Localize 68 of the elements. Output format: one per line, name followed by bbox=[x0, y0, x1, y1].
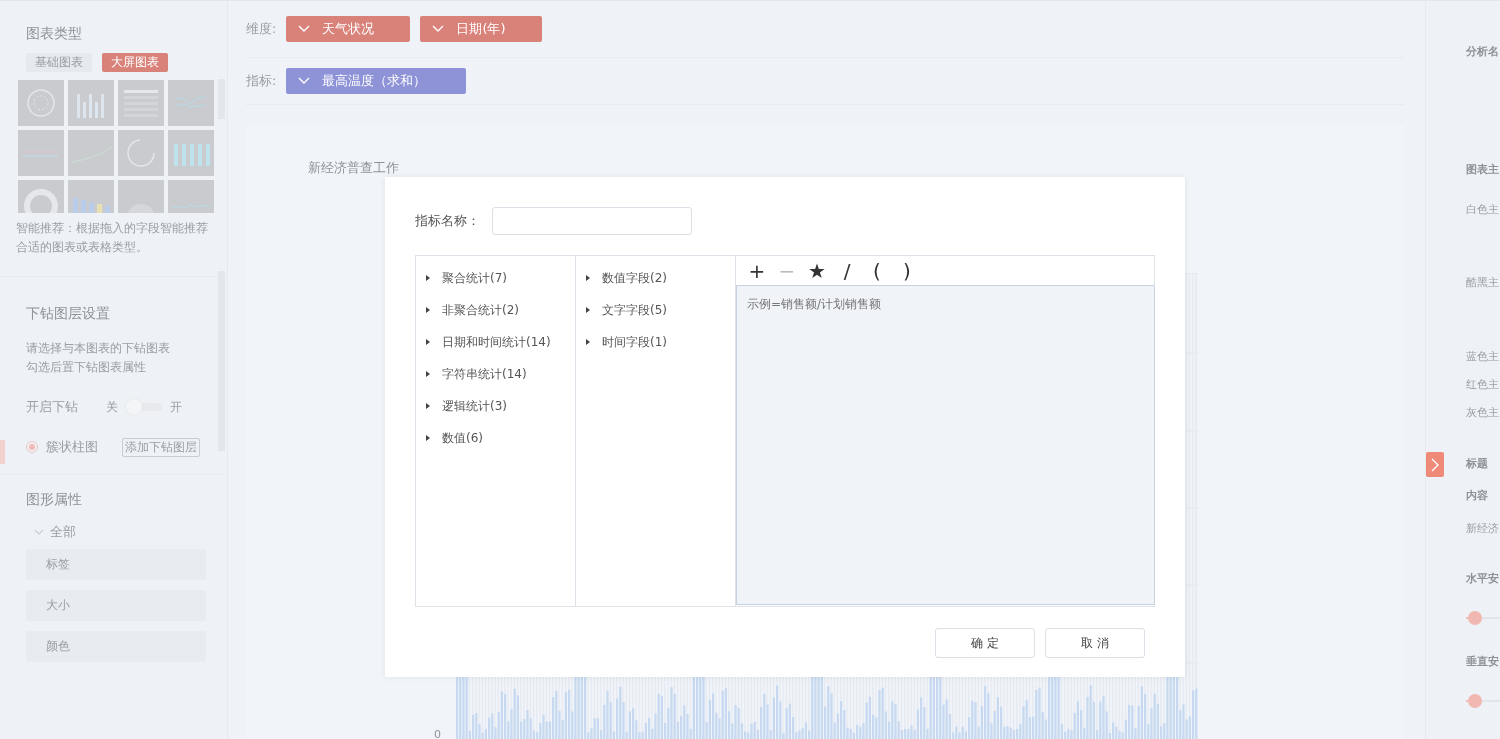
chevron-icon bbox=[298, 25, 311, 33]
chart-thumbnail[interactable] bbox=[168, 130, 214, 176]
chart-thumbnail[interactable] bbox=[118, 180, 164, 213]
section-title: 图表类型 bbox=[26, 25, 83, 43]
panel-label: 白色主 bbox=[1466, 202, 1500, 218]
chevron-icon bbox=[298, 77, 311, 85]
panel-label: 图表主 bbox=[1466, 162, 1500, 178]
function-tree-item[interactable]: 字符串统计(14) bbox=[416, 358, 533, 390]
operator-button[interactable]: + bbox=[748, 258, 766, 283]
chart-thumbnail[interactable] bbox=[18, 130, 64, 176]
chevron-icon bbox=[1431, 457, 1439, 472]
operator-button[interactable]: / bbox=[838, 258, 856, 283]
slider[interactable] bbox=[1466, 611, 1500, 625]
operator-button[interactable]: ★ bbox=[808, 258, 826, 283]
description-text: 勾选后置下钻图表属性 bbox=[26, 359, 147, 376]
axis-tick: 0 bbox=[434, 728, 441, 739]
function-tree-item[interactable]: 聚合统计(7) bbox=[416, 262, 513, 294]
section-title: 下钻图层设置 bbox=[26, 305, 111, 323]
panel-label: 红色主 bbox=[1466, 377, 1500, 393]
dialog-button[interactable]: 确 定 bbox=[935, 628, 1035, 658]
panel-label: 标题 bbox=[1466, 456, 1489, 472]
radio-label: 簇状柱图 bbox=[46, 438, 98, 456]
panel-label: 水平安 bbox=[1466, 571, 1500, 587]
chevron-icon bbox=[432, 25, 445, 33]
panel-label: 新经济 bbox=[1466, 521, 1500, 537]
field-tree-item[interactable]: 文字字段(5) bbox=[576, 294, 673, 326]
field-label: 维度: bbox=[246, 20, 277, 38]
input-field[interactable] bbox=[492, 207, 692, 235]
description-text: 请选择与本图表的下钻图表 bbox=[26, 340, 171, 357]
chart-thumbnail[interactable] bbox=[118, 130, 164, 176]
chart-title: 新经济普查工作 bbox=[308, 159, 399, 177]
chart-thumbnail[interactable] bbox=[18, 80, 64, 126]
field-label: 指标名称： bbox=[415, 212, 480, 230]
panel-label: 灰色主 bbox=[1466, 405, 1500, 421]
hint-text: 智能推荐：根据拖入的字段智能推荐合适的图表或表格类型。 bbox=[16, 220, 209, 256]
on-label: 开 bbox=[170, 398, 182, 416]
chart-thumbnail[interactable] bbox=[68, 130, 114, 176]
chart-thumbnail[interactable] bbox=[118, 80, 164, 126]
field-label: 指标: bbox=[246, 72, 277, 90]
off-label: 关 bbox=[106, 398, 118, 416]
chart-thumbnail[interactable] bbox=[68, 80, 114, 126]
panel-label: 垂直安 bbox=[1466, 654, 1500, 670]
function-tree-item[interactable]: 数值(6) bbox=[416, 422, 489, 454]
operator-button[interactable]: ( bbox=[868, 258, 886, 283]
panel-label: 分析名 bbox=[1466, 44, 1500, 60]
panel-label: 蓝色主 bbox=[1466, 349, 1500, 365]
chart-thumbnail[interactable] bbox=[68, 180, 114, 213]
panel-label: 酷黑主 bbox=[1466, 275, 1500, 291]
chart-thumbnail[interactable] bbox=[168, 80, 214, 126]
operator-button[interactable]: ) bbox=[898, 258, 916, 283]
function-tree-item[interactable]: 日期和时间统计(14) bbox=[416, 326, 557, 358]
panel-label: 内容 bbox=[1466, 488, 1489, 504]
function-tree-item[interactable]: 逻辑统计(3) bbox=[416, 390, 513, 422]
section-title: 图形属性 bbox=[26, 491, 83, 509]
slider-thumb[interactable] bbox=[1467, 611, 1482, 625]
dialog-button[interactable]: 取 消 bbox=[1045, 628, 1145, 658]
formula-field[interactable]: 示例=销售额/计划销售额 bbox=[736, 286, 1155, 605]
chevron-icon bbox=[34, 527, 44, 537]
side-tab-marker[interactable] bbox=[0, 440, 5, 464]
chart-thumbnail[interactable] bbox=[18, 180, 64, 213]
slider-thumb[interactable] bbox=[1467, 694, 1482, 708]
chart-thumbnail[interactable] bbox=[168, 180, 214, 213]
field-tree-item[interactable]: 数值字段(2) bbox=[576, 262, 673, 294]
function-tree-item[interactable]: 非聚合统计(2) bbox=[416, 294, 525, 326]
toggle-label: 开启下钻 bbox=[26, 398, 78, 416]
field-tree-item[interactable]: 时间字段(1) bbox=[576, 326, 673, 358]
collapse-button[interactable] bbox=[1426, 452, 1444, 477]
slider[interactable] bbox=[1466, 694, 1500, 708]
